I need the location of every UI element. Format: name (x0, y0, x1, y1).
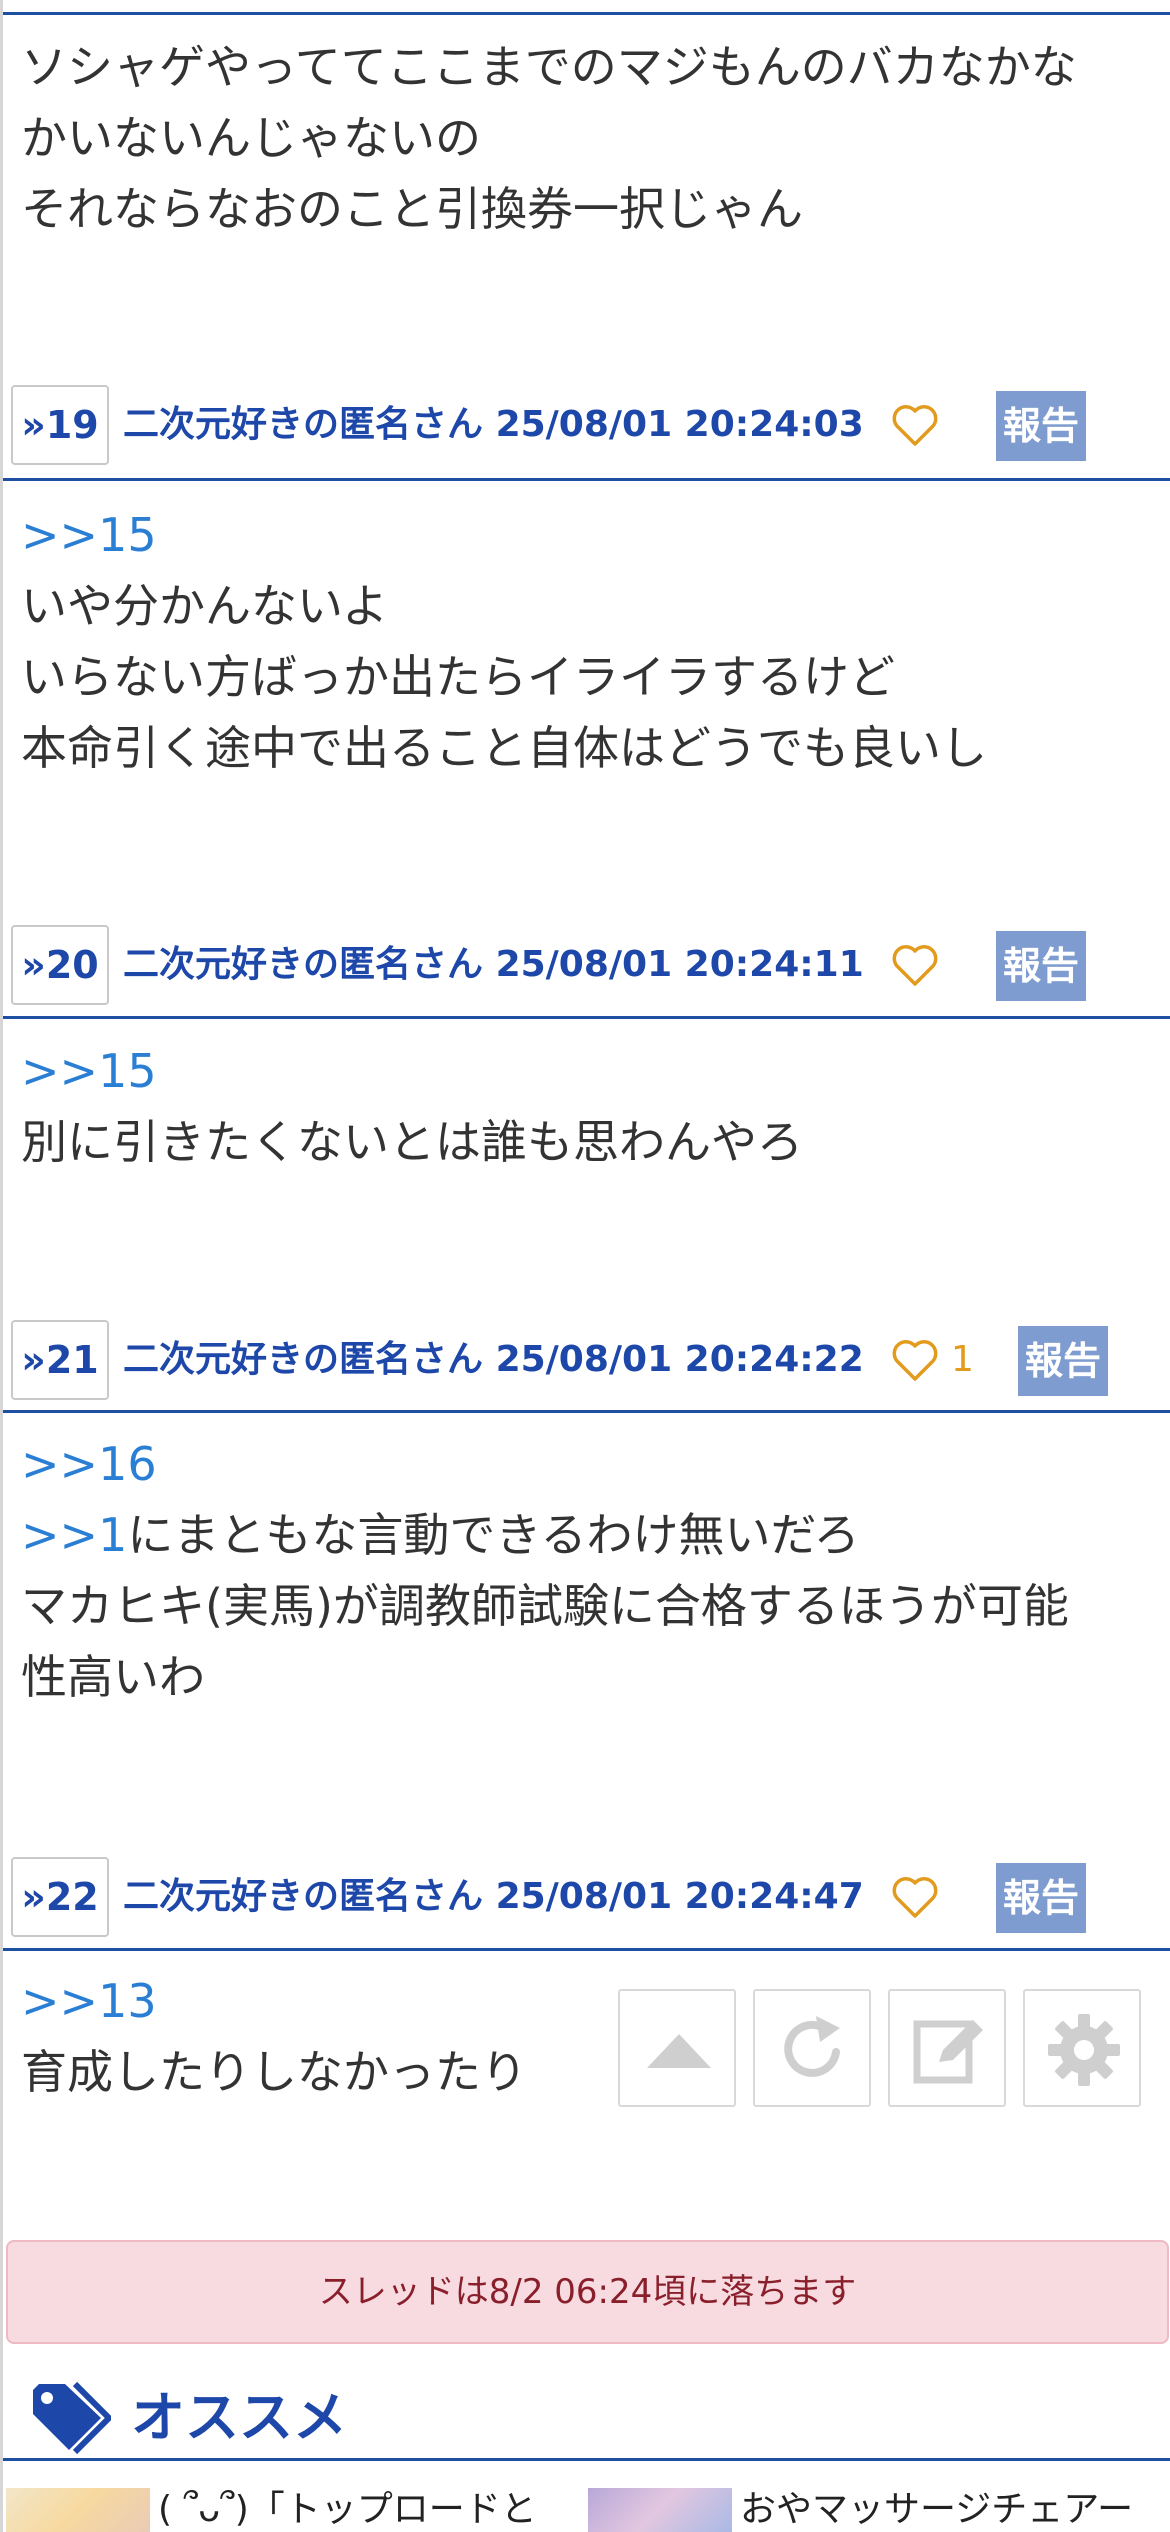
like-count: 1 (951, 1339, 974, 1380)
post-body: >>15 いや分かんないよ いらない方ばっか出たらイライラするけど 本命引く途中… (21, 500, 1151, 784)
post-divider (3, 1948, 1170, 1951)
tag-icon (33, 2381, 111, 2455)
report-button[interactable]: 報告 (996, 1863, 1086, 1933)
like-heart-icon[interactable] (891, 1338, 939, 1382)
post-line: ソシャゲやっててここまでのマジもんのバカなかな (21, 40, 1077, 94)
post-divider (3, 1410, 1170, 1413)
post-line: かいないんじゃないの (21, 111, 481, 165)
post-date: 25/08/01 20:24:11 (495, 944, 864, 985)
post-line: それならなおのこと引換券一択じゃん (21, 182, 803, 236)
post-date: 25/08/01 20:24:47 (495, 1876, 864, 1917)
author-name: 二次元好きの匿名さん (123, 944, 484, 985)
post-line: 本命引く途中で出ること自体はどうでも良いし (21, 721, 987, 775)
post-line-text: にまともな言動できるわけ無いだろ (127, 1508, 860, 1562)
recommend-item-title: おやマッサージチェアー (740, 2489, 1134, 2530)
settings-icon (1048, 2014, 1120, 2086)
reply-anchor-link[interactable]: >>15 (21, 500, 1151, 571)
thread-expiry-notice: スレッドは8/2 06:24頃に落ちます (6, 2240, 1169, 2344)
reply-anchor-link[interactable]: >>16 (21, 1429, 1151, 1500)
like-heart-icon[interactable] (891, 1875, 939, 1919)
recommend-title: オススメ (131, 2386, 347, 2449)
scroll-top-button[interactable] (618, 1989, 736, 2107)
post-line: マカヒキ(実馬)が調教師試験に合格するほうが可能 (21, 1579, 1069, 1633)
reply-anchor-link[interactable]: >>1 (21, 1508, 127, 1562)
res-number-button[interactable]: »20 (11, 925, 109, 1005)
post-meta-row: »21 二次元好きの匿名さん 25/08/01 20:24:22 1 報告 (11, 1320, 1166, 1400)
like-heart-icon[interactable] (891, 403, 939, 447)
recommend-item[interactable]: おやマッサージチェアー (588, 2488, 1170, 2532)
reload-button[interactable] (753, 1989, 871, 2107)
author-name: 二次元好きの匿名さん (123, 404, 484, 445)
post-meta-row: »20 二次元好きの匿名さん 25/08/01 20:24:11 報告 (11, 925, 1166, 1005)
res-number-button[interactable]: »22 (11, 1857, 109, 1937)
post-date: 25/08/01 20:24:22 (495, 1339, 864, 1380)
res-number-button[interactable]: »19 (11, 385, 109, 465)
author-name: 二次元好きの匿名さん (123, 1339, 484, 1380)
post-date: 25/08/01 20:24:03 (495, 404, 864, 445)
thread-page: ソシャゲやっててここまでのマジもんのバカなかな かいないんじゃないの それならな… (0, 0, 1170, 2532)
recommend-thumbnail (6, 2488, 150, 2532)
recommend-item[interactable]: ( ՞ᴗ՞)「トップロードと (6, 2488, 566, 2532)
reload-icon (784, 2016, 840, 2077)
post-author-date: 二次元好きの匿名さん 25/08/01 20:24:03 (123, 385, 864, 465)
settings-button[interactable] (1023, 1989, 1141, 2107)
post-author-date: 二次元好きの匿名さん 25/08/01 20:24:11 (123, 925, 864, 1005)
report-button[interactable]: 報告 (996, 391, 1086, 461)
post-body: >>15 別に引きたくないとは誰も思わんやろ (21, 1036, 1151, 1178)
author-name: 二次元好きの匿名さん (123, 1876, 484, 1917)
recommend-thumbnail (588, 2488, 732, 2532)
reply-anchor-link[interactable]: >>15 (21, 1036, 1151, 1107)
post-author-date: 二次元好きの匿名さん 25/08/01 20:24:22 (123, 1320, 864, 1400)
post-line: >>1にまともな言動できるわけ無いだろ (21, 1500, 1151, 1571)
post-line: 性高いわ (21, 1650, 205, 1704)
post-divider (3, 1016, 1170, 1019)
like-heart-icon[interactable] (891, 943, 939, 987)
post-line: いや分かんないよ (21, 579, 389, 633)
edit-icon (913, 2020, 983, 2084)
top-divider (3, 12, 1170, 15)
post-meta-row: »19 二次元好きの匿名さん 25/08/01 20:24:03 報告 (11, 385, 1166, 465)
post-author-date: 二次元好きの匿名さん 25/08/01 20:24:47 (123, 1857, 864, 1937)
recommend-item-title: ( ՞ᴗ՞)「トップロードと (158, 2489, 537, 2530)
recommend-divider (3, 2458, 1170, 2461)
post-line: いらない方ばっか出たらイライラするけど (21, 650, 895, 704)
report-button[interactable]: 報告 (996, 931, 1086, 1001)
post-divider (3, 478, 1170, 481)
post-body: >>16 >>1にまともな言動できるわけ無いだろ マカヒキ(実馬)が調教師試験に… (21, 1429, 1151, 1713)
report-button[interactable]: 報告 (1018, 1326, 1108, 1396)
post-body: ソシャゲやっててここまでのマジもんのバカなかな かいないんじゃないの それならな… (21, 32, 1151, 245)
res-number-button[interactable]: »21 (11, 1320, 109, 1400)
scroll-top-icon (647, 2034, 711, 2068)
post-meta-row: »22 二次元好きの匿名さん 25/08/01 20:24:47 報告 (11, 1857, 1166, 1937)
write-post-button[interactable] (888, 1989, 1006, 2107)
post-line: 別に引きたくないとは誰も思わんやろ (21, 1115, 803, 1169)
recommend-header: オススメ (3, 2372, 1170, 2464)
